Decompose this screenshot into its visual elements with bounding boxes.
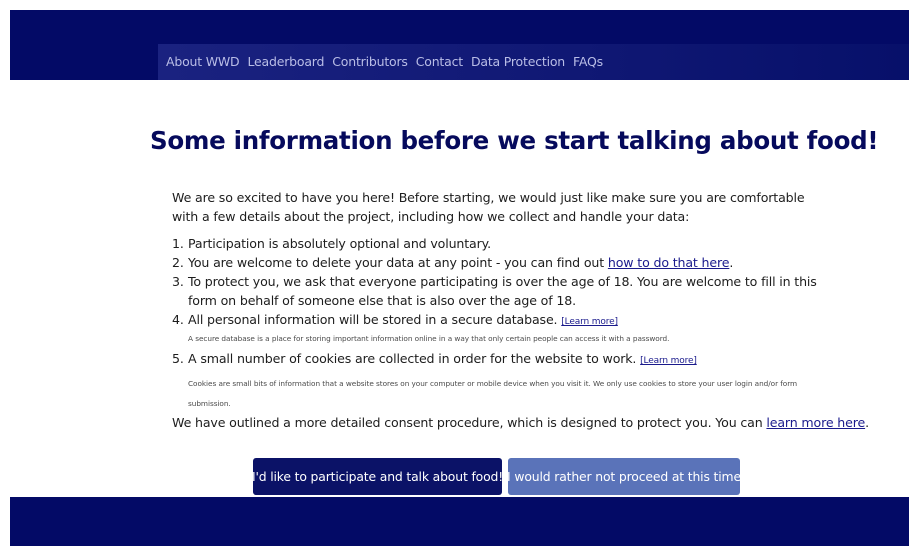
outro-text-end: . bbox=[865, 415, 869, 430]
nav-item-faqs[interactable]: FAQs bbox=[573, 54, 603, 69]
list-item-text: To protect you, we ask that everyone par… bbox=[188, 274, 817, 308]
cookies-learn-more-link[interactable]: [Learn more] bbox=[640, 356, 697, 366]
list-item: 4. All personal information will be stor… bbox=[172, 310, 822, 332]
outro-text-start: We have outlined a more detailed consent… bbox=[172, 415, 767, 430]
secure-database-note: A secure database is a place for storing… bbox=[188, 334, 670, 343]
nav-item-leaderboard[interactable]: Leaderboard bbox=[247, 54, 324, 69]
list-item-text: Participation is absolutely optional and… bbox=[188, 236, 491, 251]
list-item-text: All personal information will be stored … bbox=[188, 312, 562, 327]
footer-bar bbox=[10, 497, 909, 546]
list-number: 3. bbox=[172, 274, 184, 289]
list-item: 1. Participation is absolutely optional … bbox=[172, 234, 822, 253]
list-number: 2. bbox=[172, 255, 184, 270]
nav-item-contributors[interactable]: Contributors bbox=[332, 54, 408, 69]
nav-item-data-protection[interactable]: Data Protection bbox=[471, 54, 565, 69]
consent-procedure-link[interactable]: learn more here bbox=[766, 415, 865, 430]
list-number: 4. bbox=[172, 312, 184, 327]
participate-button[interactable]: I'd like to participate and talk about f… bbox=[252, 458, 503, 495]
list-number: 5. bbox=[172, 351, 184, 366]
intro-text: We are so excited to have you here! Befo… bbox=[172, 190, 805, 224]
list-item: 2. You are welcome to delete your data a… bbox=[172, 253, 822, 272]
page-title: Some information before we start talking… bbox=[150, 126, 879, 155]
outro-text: We have outlined a more detailed consent… bbox=[172, 415, 869, 430]
nav-item-about[interactable]: About WWD bbox=[166, 54, 240, 69]
main-nav: About WWD Leaderboard Contributors Conta… bbox=[166, 54, 603, 69]
secure-database-learn-more-link[interactable]: [Learn more] bbox=[561, 317, 618, 327]
list-item: 5. A small number of cookies are collect… bbox=[172, 349, 822, 371]
list-item-text-end: . bbox=[729, 255, 734, 270]
delete-data-link[interactable]: how to do that here bbox=[608, 255, 730, 270]
list-item-text: You are welcome to delete your data at a… bbox=[188, 255, 608, 270]
list-item-text: A small number of cookies are collected … bbox=[188, 351, 641, 366]
consent-list: 1. Participation is absolutely optional … bbox=[172, 234, 822, 414]
cookies-note: Cookies are small bits of information th… bbox=[188, 379, 798, 408]
consent-content: We are so excited to have you here! Befo… bbox=[172, 188, 822, 414]
nav-item-contact[interactable]: Contact bbox=[416, 54, 463, 69]
list-number: 1. bbox=[172, 236, 184, 251]
list-item: 3. To protect you, we ask that everyone … bbox=[172, 272, 822, 310]
decline-button[interactable]: I would rather not proceed at this time bbox=[507, 458, 741, 495]
